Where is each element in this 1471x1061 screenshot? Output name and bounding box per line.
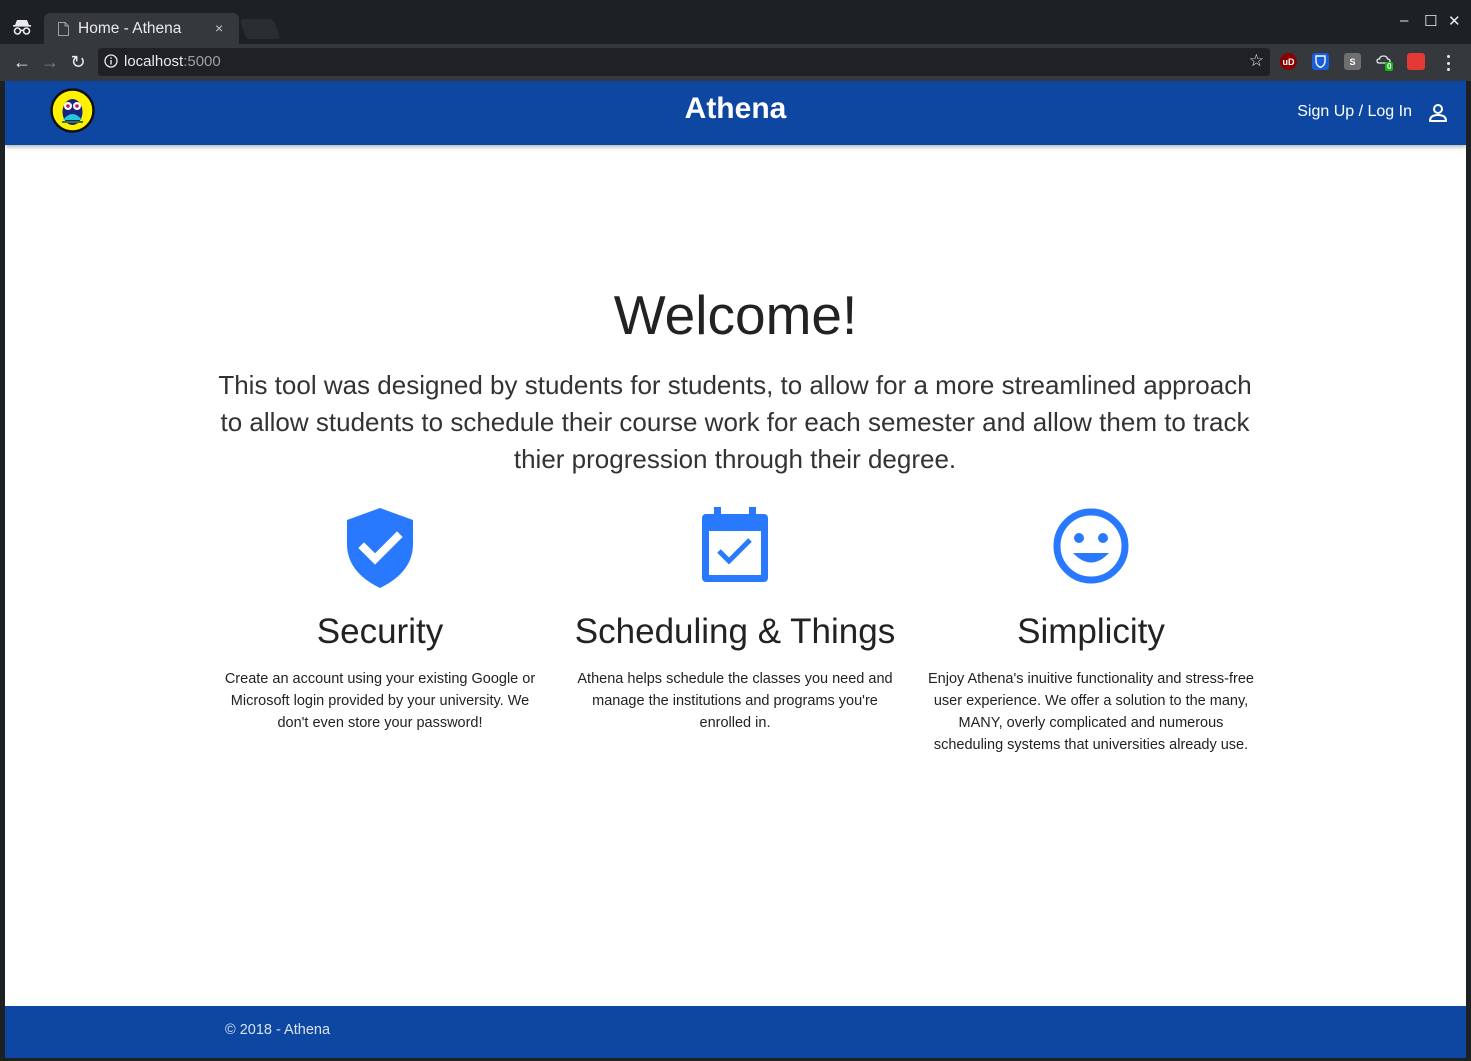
tab-close-icon[interactable]: × — [215, 20, 223, 36]
red-extension-icon[interactable] — [1407, 53, 1425, 70]
brand-title[interactable]: Athena — [685, 92, 787, 125]
browser-tab[interactable]: Home - Athena × — [44, 13, 239, 44]
feature-simplicity: Simplicity Enjoy Athena's inuitive funct… — [926, 506, 1256, 753]
feature-text: Create an account using your existing Go… — [224, 671, 536, 731]
reload-icon[interactable]: ↻ — [67, 51, 89, 73]
owl-logo-icon[interactable] — [50, 88, 95, 133]
counter-extension-icon[interactable]: 0 — [1376, 53, 1394, 71]
feature-title: Security — [316, 612, 444, 651]
address-bar[interactable]: localhost:5000 ☆ — [98, 48, 1270, 76]
browser-toolbar: ← → ↻ localhost:5000 ☆ uD S 0 — [0, 44, 1471, 81]
feature-text: Enjoy Athena's inuitive functionality an… — [928, 671, 1254, 753]
copyright-text: © 2018 - Athena — [225, 1022, 331, 1038]
calendar-check-icon — [702, 507, 768, 582]
bitwarden-extension-icon[interactable] — [1312, 53, 1329, 70]
app-footer: © 2018 - Athena — [5, 1006, 1466, 1058]
smiley-icon — [1053, 508, 1129, 584]
close-window-icon[interactable]: ✕ — [1448, 12, 1461, 30]
page-icon — [58, 22, 69, 36]
minimize-icon[interactable]: ‒ — [1400, 12, 1408, 29]
signup-login-link[interactable]: Sign Up / Log In — [1297, 103, 1412, 121]
user-icon[interactable] — [1427, 102, 1449, 124]
s-extension-icon[interactable]: S — [1344, 53, 1361, 70]
ublock-extension-icon[interactable]: uD — [1280, 53, 1297, 70]
browser-menu-icon[interactable] — [1440, 53, 1456, 73]
bookmark-star-icon[interactable]: ☆ — [1249, 51, 1264, 71]
feature-scheduling: Scheduling & Things Athena helps schedul… — [570, 506, 900, 731]
shield-check-icon — [347, 508, 413, 588]
url-text: localhost:5000 — [124, 53, 221, 70]
bitwarden-shield-icon — [1315, 55, 1326, 68]
maximize-icon[interactable]: ☐ — [1424, 12, 1437, 30]
back-icon[interactable]: ← — [11, 51, 33, 73]
brand-title-wrap: Athena — [5, 92, 1466, 126]
app-navbar: Athena Sign Up / Log In — [5, 81, 1466, 145]
info-icon — [104, 54, 118, 68]
s-extension-label: S — [1349, 56, 1356, 67]
tab-title: Home - Athena — [78, 20, 182, 37]
url-port: :5000 — [183, 53, 221, 70]
forward-icon[interactable]: → — [39, 51, 61, 73]
feature-title: Simplicity — [1017, 612, 1165, 651]
intro-text: This tool was designed by students for s… — [218, 370, 1252, 474]
ublock-label: uD — [1282, 56, 1295, 67]
counter-badge: 0 — [1385, 62, 1394, 71]
browser-titlebar: Home - Athena × ‒ ☐ ✕ — [0, 0, 1471, 44]
feature-security: Security Create an account using your ex… — [215, 506, 545, 731]
new-tab-button[interactable] — [239, 19, 281, 39]
page-viewport: Athena Sign Up / Log In Welcome! This to… — [5, 81, 1466, 1058]
feature-title: Scheduling & Things — [574, 612, 896, 651]
feature-text: Athena helps schedule the classes you ne… — [577, 671, 893, 731]
incognito-icon — [13, 20, 31, 35]
welcome-heading: Welcome! — [613, 284, 858, 346]
url-host: localhost — [124, 53, 184, 70]
